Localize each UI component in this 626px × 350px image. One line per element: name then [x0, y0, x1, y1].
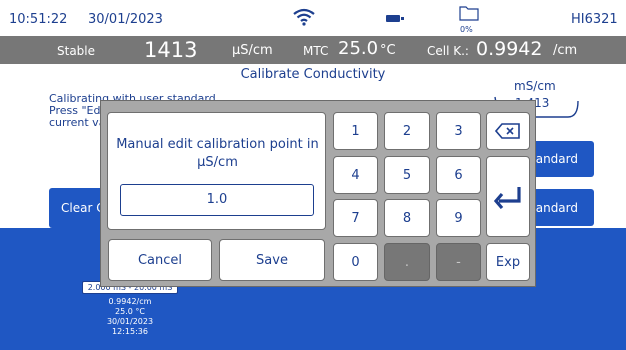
stability-indicator: Stable: [57, 44, 96, 58]
wifi-icon: [293, 8, 315, 26]
storage-percent: 0%: [460, 25, 473, 34]
key-decimal[interactable]: .: [384, 243, 430, 281]
cell-k-value: 0.9942: [476, 38, 543, 60]
save-button[interactable]: Save: [219, 239, 325, 281]
calibration-value-input[interactable]: 1.0: [120, 184, 314, 216]
backspace-icon: [495, 123, 520, 139]
cal-date: 30/01/2023: [106, 317, 154, 326]
calibration-details: 0.9942/cm 25.0 °C 30/01/2023 12:15:36: [82, 297, 178, 337]
clock-date: 30/01/2023: [88, 12, 163, 27]
key-8[interactable]: 8: [384, 199, 430, 237]
key-3[interactable]: 3: [436, 112, 481, 150]
edit-label: Manual edit calibration point in μS/cm: [116, 137, 319, 170]
backspace-key[interactable]: [486, 112, 530, 150]
cal-time: 12:15:36: [112, 327, 148, 336]
key-6[interactable]: 6: [436, 156, 481, 194]
temperature-unit: °C: [380, 43, 396, 58]
battery-icon: [386, 15, 404, 22]
key-9[interactable]: 9: [436, 199, 481, 237]
model-label: HI6321: [571, 12, 618, 27]
enter-key[interactable]: [486, 156, 530, 237]
standard-unit: mS/cm: [514, 79, 556, 93]
status-bar: 10:51:22 30/01/2023 0% HI6321: [0, 0, 626, 36]
key-4[interactable]: 4: [333, 156, 378, 194]
measurement-bar: Stable 1413 μS/cm MTC 25.0 °C Cell K.: 0…: [0, 36, 626, 64]
enter-icon: [493, 186, 521, 209]
cancel-button[interactable]: Cancel: [108, 239, 212, 281]
temperature-value: 25.0: [338, 38, 379, 59]
folder-icon: [459, 6, 479, 21]
key-0[interactable]: 0: [333, 243, 378, 281]
conductivity-unit: μS/cm: [232, 43, 273, 58]
cal-temperature: 25.0 °C: [115, 307, 145, 316]
key-minus[interactable]: -: [436, 243, 481, 281]
key-7[interactable]: 7: [333, 199, 378, 237]
key-2[interactable]: 2: [384, 112, 430, 150]
key-exp[interactable]: Exp: [486, 243, 530, 281]
temp-mode: MTC: [303, 44, 329, 58]
cell-k-label: Cell K.:: [427, 44, 469, 58]
edit-panel: Manual edit calibration point in μS/cm 1…: [107, 112, 326, 230]
conductivity-value: 1413: [144, 38, 198, 62]
clock-time: 10:51:22: [9, 12, 68, 27]
key-5[interactable]: 5: [384, 156, 430, 194]
cal-cell-constant: 0.9942/cm: [108, 297, 152, 306]
key-1[interactable]: 1: [333, 112, 378, 150]
cell-k-unit: /cm: [553, 43, 578, 58]
